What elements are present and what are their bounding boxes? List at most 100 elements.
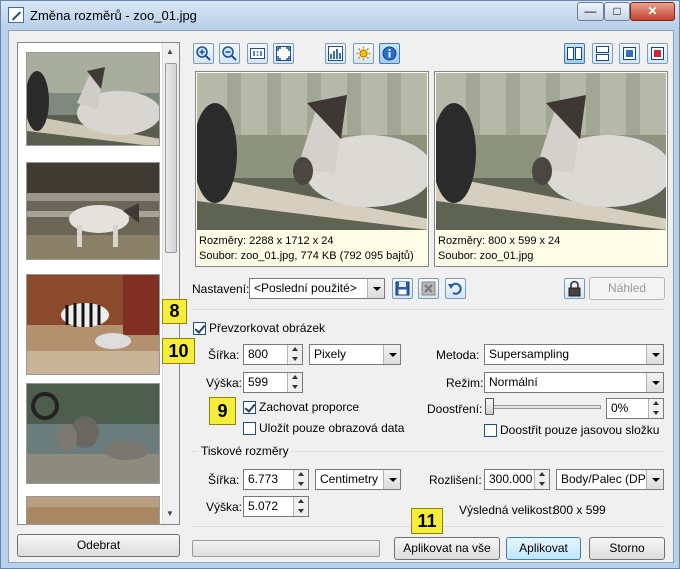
original-file-info: Soubor: zoo_01.jpg, 774 KB (792 095 bajt… xyxy=(199,250,414,262)
resolution-input[interactable]: 300.000 xyxy=(484,469,550,490)
print-width-spinner[interactable] xyxy=(293,470,308,489)
single-view-icon xyxy=(623,47,636,60)
resolution-unit-value: Body/Palec (DPI) xyxy=(561,472,654,486)
height-spinner[interactable] xyxy=(287,373,302,392)
thumbnail-scrollbar[interactable]: ▲ ▼ xyxy=(162,43,179,524)
resolution-value: 300.000 xyxy=(489,472,533,486)
height-label: Výška: xyxy=(206,376,243,390)
minimize-button[interactable]: — xyxy=(577,2,604,21)
lock-preview-button[interactable] xyxy=(564,278,585,299)
scroll-down-icon[interactable]: ▼ xyxy=(166,509,174,518)
separator xyxy=(192,309,664,310)
resize-dialog: Změna rozměrů - zoo_01.jpg — □ ✕ ▲ ▼ Ode… xyxy=(0,0,680,569)
brightness-button[interactable] xyxy=(353,43,374,64)
apply-button[interactable]: Aplikovat xyxy=(506,537,581,560)
result-view-icon xyxy=(651,47,664,60)
thumbnail-list[interactable]: ▲ ▼ xyxy=(17,42,180,525)
close-button[interactable]: ✕ xyxy=(630,2,675,21)
sharpen-label: Doostření: xyxy=(427,402,483,416)
print-height-input[interactable]: 5.072 xyxy=(243,496,309,517)
thumbnail-tiger[interactable] xyxy=(26,496,160,525)
info-icon xyxy=(382,46,397,61)
remove-button[interactable]: Odebrat xyxy=(17,534,180,557)
scroll-up-icon[interactable]: ▲ xyxy=(166,47,174,56)
width-label: Šířka: xyxy=(208,348,240,362)
title-bar: Změna rozměrů - zoo_01.jpg — □ ✕ xyxy=(1,1,679,29)
histogram-button[interactable] xyxy=(325,43,346,64)
thumbnail-pony[interactable] xyxy=(26,162,160,260)
layout-stacked-button[interactable] xyxy=(592,43,613,64)
mode-label: Režim: xyxy=(446,376,484,390)
result-info: Rozměry: 800 x 599 x 24 Soubor: zoo_01.j… xyxy=(438,234,560,264)
keep-proportions-label: Zachovat proporce xyxy=(259,400,360,414)
layout-side-by-side-button[interactable] xyxy=(564,43,585,64)
mode-select[interactable]: Normální xyxy=(484,372,664,393)
width-spinner[interactable] xyxy=(287,345,302,364)
floppy-disk-icon xyxy=(395,281,410,296)
maximize-button[interactable]: □ xyxy=(604,2,630,21)
window-title: Změna rozměrů - zoo_01.jpg xyxy=(30,8,197,23)
thumbnail-elephants[interactable] xyxy=(26,383,160,484)
print-height-spinner[interactable] xyxy=(293,497,308,516)
delete-preset-button[interactable] xyxy=(418,278,439,299)
horse-image xyxy=(27,53,159,145)
save-image-data-checkbox[interactable] xyxy=(243,422,256,435)
sharpen-input[interactable]: 0% xyxy=(606,398,664,419)
result-image xyxy=(436,73,666,230)
original-preview[interactable]: Rozměry: 2288 x 1712 x 24 Soubor: zoo_01… xyxy=(195,71,429,267)
apply-all-button[interactable]: Aplikovat na vše xyxy=(394,537,500,560)
size-unit-value: Pixely xyxy=(314,347,347,361)
layout-result-button[interactable] xyxy=(647,43,668,64)
chevron-down-icon xyxy=(646,373,663,392)
callout-badge-8: 8 xyxy=(162,299,187,324)
fit-to-window-button[interactable] xyxy=(273,43,294,64)
resize-app-icon xyxy=(8,7,24,23)
keep-proportions-checkbox[interactable] xyxy=(243,401,256,414)
print-section-label: Tiskové rozměry xyxy=(201,444,289,458)
separator xyxy=(192,451,197,452)
reset-preset-button[interactable] xyxy=(445,278,466,299)
callout-badge-11: 11 xyxy=(411,508,443,534)
chevron-down-icon xyxy=(383,345,400,364)
width-input[interactable]: 800 xyxy=(243,344,303,365)
zoom-in-button[interactable] xyxy=(193,43,214,64)
method-select[interactable]: Supersampling xyxy=(484,344,664,365)
preview-button[interactable]: Náhled xyxy=(589,277,665,300)
resolution-spinner[interactable] xyxy=(534,470,549,489)
print-unit-select[interactable]: Centimetry xyxy=(315,469,401,490)
cancel-button[interactable]: Storno xyxy=(589,537,665,560)
preset-select[interactable]: <Poslední použité> xyxy=(249,278,385,299)
height-input[interactable]: 599 xyxy=(243,372,303,393)
print-width-input[interactable]: 6.773 xyxy=(243,469,309,490)
resolution-unit-select[interactable]: Body/Palec (DPI) xyxy=(556,469,664,490)
size-unit-select[interactable]: Pixely xyxy=(309,344,401,365)
fit-window-icon xyxy=(276,46,291,61)
sharpen-luma-checkbox[interactable] xyxy=(484,424,497,437)
split-horizontal-icon xyxy=(596,46,609,61)
resolution-label: Rozlišení: xyxy=(429,473,482,487)
print-width-value: 6.773 xyxy=(248,472,279,486)
sharpen-luma-label: Doostřit pouze jasovou složku xyxy=(500,423,660,437)
result-preview[interactable]: Rozměry: 800 x 599 x 24 Soubor: zoo_01.j… xyxy=(434,71,668,267)
sharpen-spinner[interactable] xyxy=(648,399,663,418)
sharpen-slider-thumb[interactable] xyxy=(485,398,494,415)
info-button[interactable] xyxy=(379,43,400,64)
sharpen-slider-track[interactable] xyxy=(486,405,601,409)
thumbnail-horse[interactable] xyxy=(26,52,160,146)
tiger-image xyxy=(27,497,159,524)
save-preset-button[interactable] xyxy=(392,278,413,299)
layout-single-button[interactable] xyxy=(619,43,640,64)
zoom-actual-size-button[interactable] xyxy=(247,43,268,64)
scrollbar-thumb[interactable] xyxy=(165,63,177,253)
minimize-icon: — xyxy=(584,4,597,18)
thumbnail-zebra[interactable] xyxy=(26,274,160,375)
print-height-label: Výška: xyxy=(206,500,243,514)
chevron-down-icon xyxy=(367,279,384,298)
actual-size-icon xyxy=(250,48,265,59)
sun-icon xyxy=(356,46,371,61)
zoom-out-button[interactable] xyxy=(219,43,240,64)
print-unit-value: Centimetry xyxy=(320,472,379,486)
resample-checkbox[interactable] xyxy=(193,322,206,335)
method-value: Supersampling xyxy=(489,347,570,361)
horse-photo-result xyxy=(436,73,666,230)
